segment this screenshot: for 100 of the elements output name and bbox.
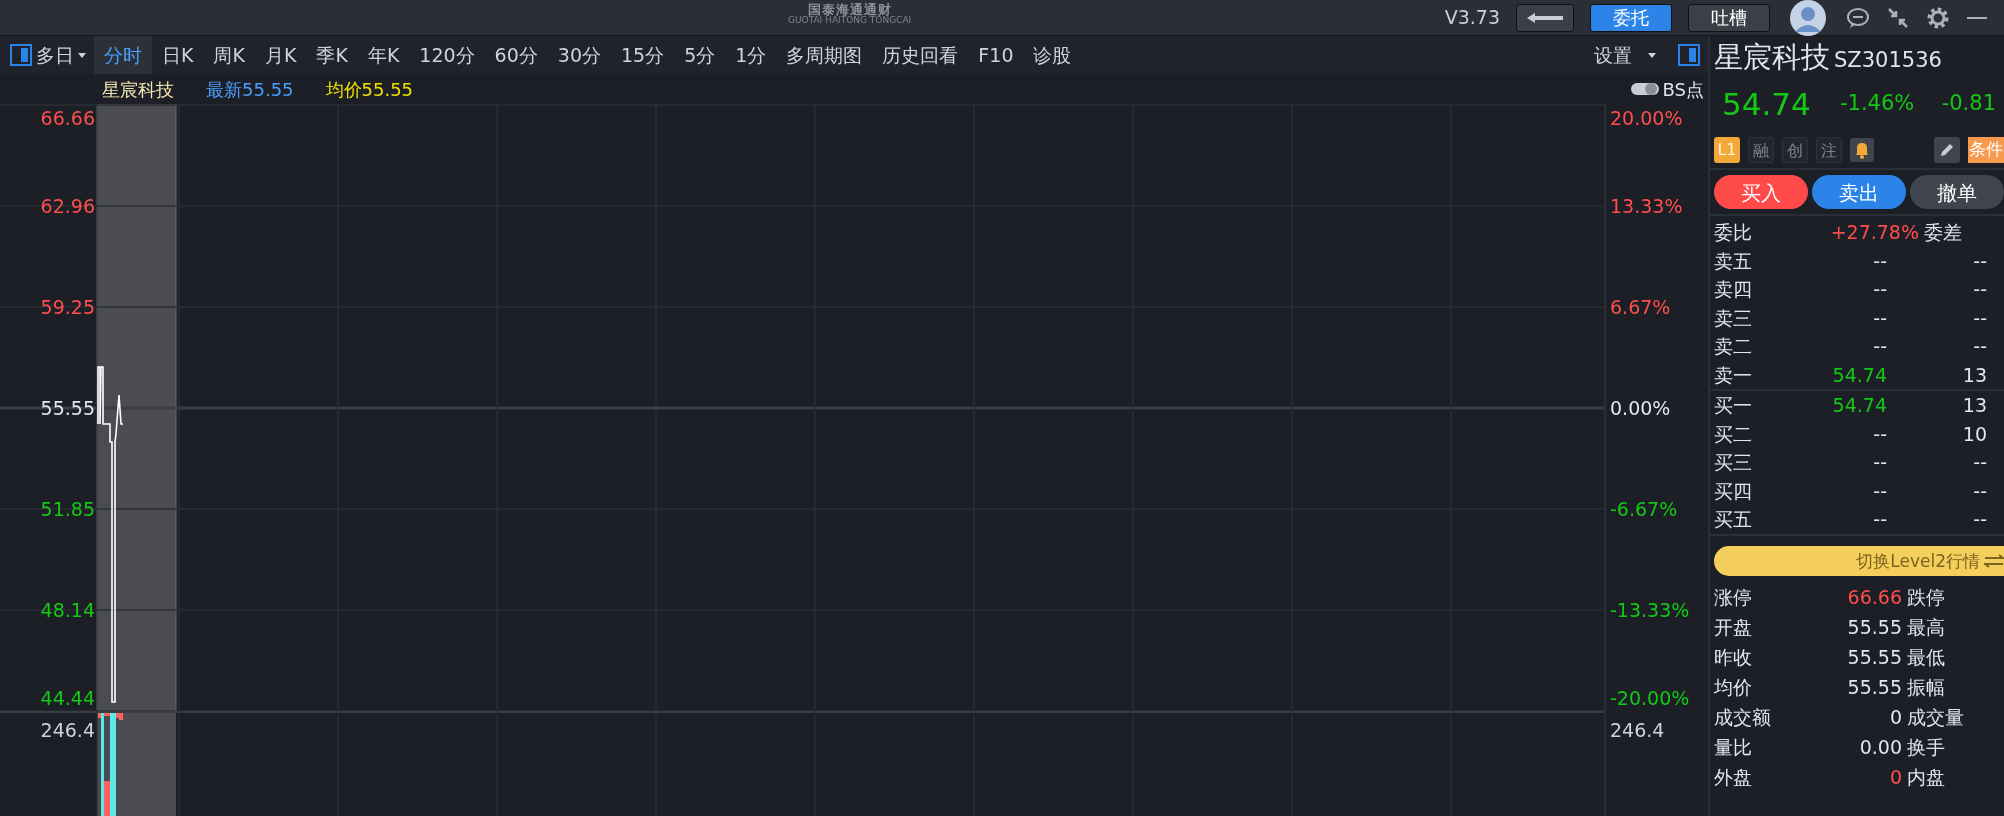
collapse-icon[interactable] — [1886, 5, 1910, 30]
stat-label: 成交额 — [1713, 704, 1772, 730]
stat-label: 跌停 — [1906, 584, 1945, 610]
stat-label: 开盘 — [1713, 614, 1753, 640]
axis-label: 0.00% — [1610, 397, 1671, 419]
axis-label: 6.67% — [1610, 296, 1671, 318]
last-price: 54.74 — [1722, 84, 1812, 124]
level-label: 卖五 — [1713, 248, 1753, 274]
chat-icon[interactable] — [1846, 6, 1870, 29]
axis-label: 13.33% — [1610, 195, 1683, 217]
range-menu[interactable]: 多日 — [32, 36, 94, 74]
period-tab[interactable]: 60分 — [484, 36, 548, 74]
period-tab[interactable]: 120分 — [409, 36, 485, 74]
level-label: 买三 — [1713, 450, 1753, 475]
level-volume: -- — [1972, 450, 1987, 475]
level-label: 买二 — [1713, 421, 1753, 447]
period-tab[interactable]: 分时 — [94, 36, 152, 74]
level-price: -- — [1872, 478, 1887, 504]
axis-label: 44.44 — [40, 687, 95, 709]
period-tab[interactable]: 5分 — [674, 36, 726, 74]
toggle-label: BS点 — [1662, 77, 1704, 102]
level-label: 卖二 — [1713, 334, 1753, 359]
stat-label: 涨停 — [1713, 584, 1753, 610]
level-price: -- — [1872, 248, 1887, 274]
bell-icon[interactable] — [1850, 138, 1874, 162]
stat-value: 0 — [1888, 704, 1902, 730]
sell-button[interactable]: 卖出 — [1812, 175, 1906, 209]
level-volume: 13 — [1961, 393, 1987, 418]
stat-value: 66.66 — [1846, 584, 1902, 610]
axis-label: 48.14 — [40, 599, 95, 621]
stat-label: 外盘 — [1713, 764, 1753, 790]
change-amount: -0.81 — [1941, 90, 1996, 118]
order-ratio-value: +27.78% — [1829, 220, 1919, 245]
period-tab[interactable]: 30分 — [547, 36, 611, 74]
level-volume: 13 — [1961, 362, 1987, 388]
level-volume: 10 — [1961, 421, 1987, 447]
level-volume: -- — [1972, 305, 1987, 331]
caret-icon — [78, 52, 86, 58]
swap-icon — [1984, 553, 2004, 568]
tag-badge: 融 — [1748, 137, 1774, 163]
back-arrow-icon — [1525, 10, 1565, 25]
layout-icon[interactable] — [1678, 44, 1700, 66]
stat-label: 最低 — [1906, 644, 1945, 670]
level-volume: -- — [1972, 248, 1987, 274]
level-volume: -- — [1972, 334, 1987, 359]
period-tab[interactable]: 多周期图 — [776, 36, 873, 74]
level-volume: -- — [1972, 507, 1987, 532]
order-diff-label: 委差 — [1923, 220, 1962, 245]
level-badge: L1 — [1714, 137, 1740, 163]
axis-label: -6.67% — [1610, 498, 1678, 520]
stat-value: 0.00 — [1858, 734, 1902, 760]
tag-badge: 创 — [1782, 137, 1808, 163]
entrust-button[interactable]: 委托 — [1590, 3, 1672, 32]
settings-icon[interactable] — [1926, 5, 1950, 30]
stat-value: 55.55 — [1846, 674, 1902, 700]
stat-label: 成交量 — [1906, 704, 1964, 730]
axis-label: 55.55 — [40, 397, 95, 419]
period-tab[interactable]: 15分 — [611, 36, 675, 74]
period-tab[interactable]: 季K — [306, 36, 358, 74]
level-price: 54.74 — [1831, 362, 1887, 388]
axis-label: 20.00% — [1610, 107, 1683, 129]
axis-label: -20.00% — [1610, 687, 1690, 709]
settings-menu[interactable]: 设置 — [1594, 40, 1656, 70]
level-price: -- — [1872, 421, 1887, 447]
order-ratio-label: 委比 — [1713, 220, 1753, 245]
feedback-button[interactable]: 吐槽 — [1688, 3, 1770, 32]
level-price: -- — [1872, 277, 1887, 302]
period-tab[interactable]: 历史回看 — [872, 36, 969, 74]
layout-icon[interactable] — [10, 44, 32, 66]
back-button[interactable] — [1516, 3, 1574, 32]
period-tab[interactable]: 年K — [357, 36, 410, 74]
axis-label: 62.96 — [40, 195, 95, 217]
stat-value: 55.55 — [1846, 614, 1902, 640]
level-label: 买一 — [1713, 393, 1753, 418]
level-label: 卖三 — [1713, 305, 1753, 331]
stat-label: 振幅 — [1906, 674, 1945, 700]
period-tab[interactable]: 周K — [203, 36, 255, 74]
edit-icon[interactable] — [1934, 137, 1960, 163]
axis-label: 246.4 — [40, 719, 95, 741]
period-tab[interactable]: 诊股 — [1023, 36, 1082, 74]
axis-label: -13.33% — [1610, 599, 1690, 621]
stat-label: 最高 — [1906, 614, 1945, 640]
period-tab[interactable]: 月K — [254, 36, 307, 74]
stock-code: SZ301536 — [1834, 47, 1942, 74]
period-tab[interactable]: 1分 — [725, 36, 777, 74]
level2-switch-button[interactable]: 切换Level2行情 — [1714, 545, 2004, 576]
cancel-order-button[interactable]: 撤单 — [1910, 175, 2004, 209]
tag-badge: 注 — [1816, 137, 1842, 163]
stat-value: 55.55 — [1846, 644, 1902, 670]
logo-subtitle: GUOTAI HAITONG TONGCAI — [788, 16, 912, 25]
stat-label: 均价 — [1713, 674, 1753, 700]
period-tab[interactable]: F10 — [968, 36, 1024, 74]
period-tab[interactable]: 日K — [152, 36, 204, 74]
stock-name: 星宸科技 — [102, 77, 174, 102]
caret-icon — [1648, 52, 1656, 58]
app-logo: 国泰海通通财 — [807, 3, 892, 16]
axis-label: 51.85 — [40, 498, 95, 520]
level-price: 54.74 — [1831, 393, 1887, 418]
toggle-switch[interactable] — [1630, 82, 1659, 96]
level-volume: -- — [1972, 277, 1987, 302]
